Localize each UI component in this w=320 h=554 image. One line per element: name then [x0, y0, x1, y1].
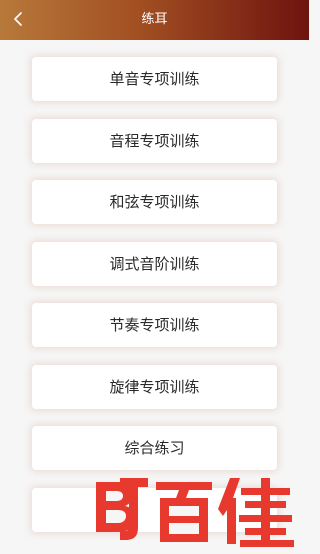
baijia-logo-icon	[96, 478, 294, 547]
menu-item-single-note[interactable]: 单音专项训练	[32, 57, 277, 101]
menu-item-comprehensive[interactable]: 综合练习	[32, 426, 277, 470]
training-menu: 单音专项训练 音程专项训练 和弦专项训练 调式音阶训练 节奏专项训练 旋律专项训…	[0, 0, 309, 550]
menu-item-scale[interactable]: 调式音阶训练	[32, 242, 277, 286]
menu-item-interval[interactable]: 音程专项训练	[32, 119, 277, 163]
menu-item-melody[interactable]: 旋律专项训练	[32, 365, 277, 409]
watermark-logo	[90, 470, 300, 550]
menu-item-chord[interactable]: 和弦专项训练	[32, 180, 277, 224]
menu-item-rhythm[interactable]: 节奏专项训练	[32, 303, 277, 347]
